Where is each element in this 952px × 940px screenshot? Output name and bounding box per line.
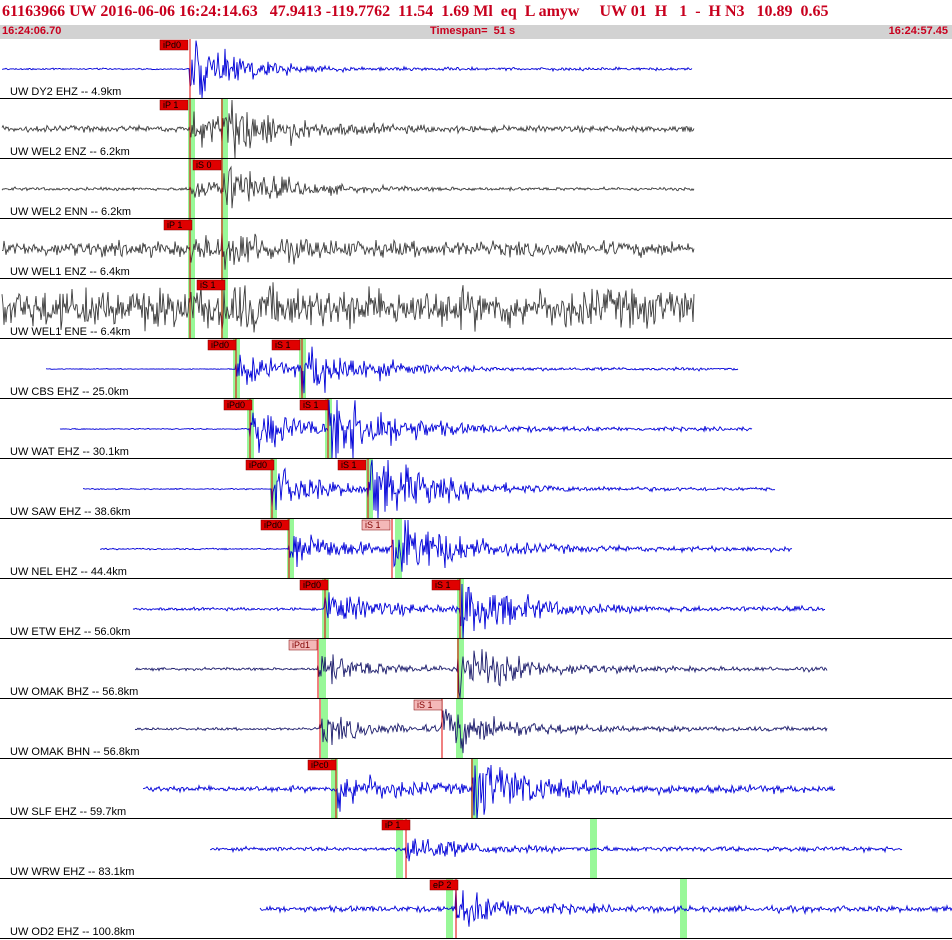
pick-label: iP 1 — [385, 820, 400, 830]
pick-label: eP 2 — [433, 880, 451, 890]
pick-label: iS 1 — [365, 520, 381, 530]
pick-label: iPd0 — [264, 520, 282, 530]
trace-row[interactable]: iS 1 UW OMAK BHN -- 56.8km — [0, 699, 952, 759]
waveform — [134, 708, 828, 754]
trace-row[interactable]: iS 0 UW WEL2 ENN -- 6.2km — [0, 159, 952, 219]
waveform — [210, 838, 903, 862]
trace-row[interactable]: iPd0 UW DY2 EHZ -- 4.9km — [0, 39, 952, 99]
pick-label: iPd0 — [227, 400, 245, 410]
pick-label: iPd0 — [163, 40, 181, 50]
waveform — [59, 399, 753, 459]
pick-label: iS 0 — [196, 160, 212, 170]
trace-row[interactable]: iPc0 UW SLF EHZ -- 59.7km — [0, 759, 952, 819]
trace-row[interactable]: eP 2 UW OD2 EHZ -- 100.8km — [0, 879, 952, 939]
station-label: UW OMAK BHZ -- 56.8km — [10, 686, 138, 698]
pick-label: iPd0 — [249, 460, 267, 470]
station-label: UW OMAK BHN -- 56.8km — [10, 746, 140, 758]
station-label: UW SLF EHZ -- 59.7km — [10, 806, 126, 818]
pick-label: iPc0 — [311, 760, 329, 770]
pick-band — [188, 279, 195, 339]
pick-label: iS 1 — [341, 460, 357, 470]
waveform — [82, 459, 776, 519]
station-label: UW DY2 EHZ -- 4.9km — [10, 86, 121, 98]
waveform — [1, 282, 695, 333]
trace-row[interactable]: iPd0 iS 1 UW ETW EHZ -- 56.0km — [0, 579, 952, 639]
station-label: UW ETW EHZ -- 56.0km — [10, 626, 130, 638]
pick-label: iPd1 — [292, 640, 310, 650]
waveform — [1, 231, 695, 270]
waveform — [135, 649, 828, 699]
waveform — [132, 583, 826, 639]
pick-label: iS 1 — [303, 400, 319, 410]
waveform — [45, 346, 739, 399]
pick-label: iS 1 — [417, 700, 433, 710]
pick-label: iP 1 — [163, 100, 178, 110]
pick-label: iPd0 — [303, 580, 321, 590]
event-title: 61163966 UW 2016-06-06 16:24:14.63 47.94… — [2, 3, 829, 20]
trace-row[interactable]: iPd1 UW OMAK BHZ -- 56.8km — [0, 639, 952, 699]
trace-row[interactable]: iPd0 iS 1 UW CBS EHZ -- 25.0km — [0, 339, 952, 399]
trace-row[interactable]: iPd0 iS 1 UW SAW EHZ -- 38.6km — [0, 459, 952, 519]
station-label: UW WEL1 ENE -- 6.4km — [10, 326, 130, 338]
pick-label: iPd0 — [211, 340, 229, 350]
waveform — [259, 886, 952, 927]
station-label: UW WAT EHZ -- 30.1km — [10, 446, 129, 458]
waveform — [1, 165, 695, 209]
start-time: 16:24:06.70 — [2, 25, 62, 37]
station-label: UW NEL EHZ -- 44.4km — [10, 566, 127, 578]
pick-label: iS 1 — [200, 280, 216, 290]
station-label: UW WRW EHZ -- 83.1km — [10, 866, 134, 878]
end-time: 16:24:57.45 — [888, 25, 948, 37]
station-label: UW CBS EHZ -- 25.0km — [10, 386, 129, 398]
trace-row[interactable]: iPd0 iS 1 UW WAT EHZ -- 30.1km — [0, 399, 952, 459]
pick-label: iS 1 — [275, 340, 291, 350]
pick-label: iP 1 — [167, 220, 182, 230]
trace-row[interactable]: iS 1 UW WEL1 ENE -- 6.4km — [0, 279, 952, 339]
station-label: UW WEL1 ENZ -- 6.4km — [10, 266, 130, 278]
station-label: UW WEL2 ENN -- 6.2km — [10, 206, 131, 218]
timespan: Timespan= 51 s — [430, 25, 516, 37]
pick-label: iS 1 — [435, 580, 451, 590]
time-bar: 16:24:06.70 Timespan= 51 s 16:24:57.45 — [0, 25, 952, 39]
pick-band — [319, 639, 326, 699]
station-label: UW OD2 EHZ -- 100.8km — [10, 926, 135, 938]
waveform — [142, 764, 836, 819]
trace-row[interactable]: iP 1 UW WEL1 ENZ -- 6.4km — [0, 219, 952, 279]
station-label: UW SAW EHZ -- 38.6km — [10, 506, 131, 518]
station-label: UW WEL2 ENZ -- 6.2km — [10, 146, 130, 158]
trace-row[interactable]: iPd0 iS 1 UW NEL EHZ -- 44.4km — [0, 519, 952, 579]
waveform — [99, 519, 793, 572]
trace-row[interactable]: iP 1 UW WEL2 ENZ -- 6.2km — [0, 99, 952, 159]
header: 61163966 UW 2016-06-06 16:24:14.63 47.94… — [0, 0, 952, 40]
seismogram-panel[interactable]: iPd0 UW DY2 EHZ -- 4.9km iP 1 UW WEL2 ENZ -… — [0, 39, 952, 940]
trace-row[interactable]: iP 1 UW WRW EHZ -- 83.1km — [0, 819, 952, 879]
